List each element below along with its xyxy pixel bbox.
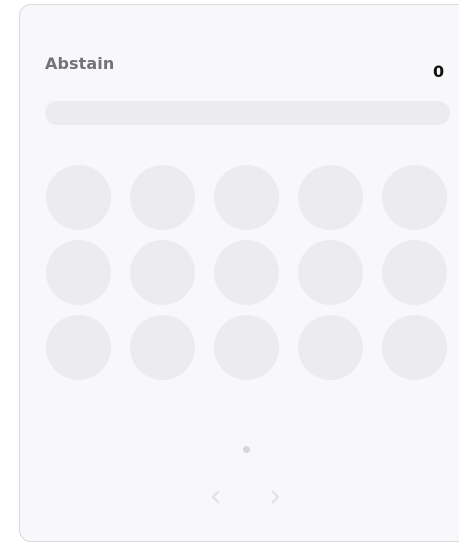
pagination-dot[interactable] [243,446,250,453]
voter-avatar-grid [46,165,451,380]
voter-avatar-placeholder [382,240,447,305]
previous-page-button[interactable] [198,479,234,515]
voter-avatar-placeholder [298,315,363,380]
chevron-left-icon [211,490,220,504]
voter-avatar-placeholder [214,165,279,230]
voter-avatar-placeholder [214,240,279,305]
voter-avatar-placeholder [46,315,111,380]
voter-avatar-placeholder [130,315,195,380]
next-page-button[interactable] [257,479,293,515]
voter-avatar-placeholder [382,165,447,230]
voter-avatar-placeholder [130,240,195,305]
chevron-right-icon [271,490,280,504]
voter-avatar-placeholder [130,165,195,230]
voter-avatar-placeholder [46,165,111,230]
voter-avatar-placeholder [46,240,111,305]
pagination-controls [198,479,288,515]
vote-option-label: Abstain [45,54,115,73]
voter-avatar-placeholder [298,240,363,305]
vote-option-card: Abstain 0 [19,4,459,542]
vote-progress-bar [45,101,450,125]
vote-count: 0 [433,62,445,81]
voter-avatar-placeholder [214,315,279,380]
voter-avatar-placeholder [382,315,447,380]
voter-avatar-placeholder [298,165,363,230]
